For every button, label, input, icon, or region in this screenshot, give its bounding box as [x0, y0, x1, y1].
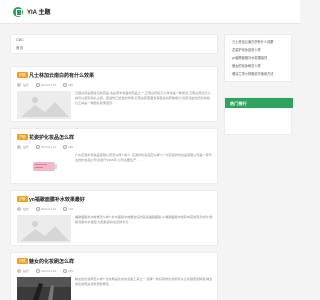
clock-icon — [35, 145, 40, 150]
author-name: 站长 — [23, 269, 30, 273]
article-meta: 站长 2024-01-15 256 — [17, 83, 79, 89]
clock-icon — [35, 83, 40, 88]
avatar-icon — [17, 83, 21, 88]
author-name: 站长 — [23, 207, 30, 211]
article-card[interactable]: 护肤 凡士林加云南白药有什么效果 站长 2024-01-15 256 云南白药是… — [10, 66, 218, 122]
recent-post-link[interactable]: 雅诗兰黛小棕瓶精华使用方法 — [229, 71, 273, 76]
post-date: 2024-01-13 — [40, 207, 57, 211]
article-meta: 站长 2024-01-13 172 — [17, 207, 79, 213]
breadcrumb: CBC 首页 — [10, 34, 218, 54]
avatar-icon — [17, 145, 21, 150]
breadcrumb-item[interactable]: 首页 — [16, 46, 23, 51]
recent-posts-widget: 凡士林加云南白药有什么效果 花姿护化妆品怎么样 yn福歌面膜补水效果最好 魅女的… — [224, 34, 292, 82]
clock-icon — [35, 269, 40, 274]
eye-icon — [63, 83, 68, 88]
post-date: 2024-01-14 — [40, 145, 57, 149]
article-excerpt: 云南白药是很常见的药品,也是家中常备的药品之一,云南白药和凡士林也是一种用法,云… — [75, 91, 211, 105]
article-thumbnail[interactable] — [17, 91, 71, 119]
image-placeholder-icon — [17, 91, 71, 119]
article-thumbnail[interactable] — [17, 215, 71, 243]
article-card[interactable]: 护肤 魅女的化妆刷怎么样 站长 2024-01-12 143 魅女的化妆刷怎么样… — [10, 252, 218, 300]
post-date: 2024-01-15 — [40, 83, 57, 87]
article-title[interactable]: 花姿护化妆品怎么样 — [29, 134, 74, 141]
makeup-brush-image — [17, 277, 71, 300]
recent-post-link[interactable]: 花姿护化妆品怎么样 — [229, 47, 261, 52]
hot-ranking-widget: 热门排行 — [224, 97, 293, 135]
view-count: 256 — [68, 83, 74, 87]
eye-icon — [63, 269, 68, 274]
site-logo-text[interactable]: YIA 主题 — [27, 7, 50, 16]
recent-post-link[interactable]: 凡士林加云南白药有什么效果 — [229, 39, 273, 44]
view-count: 143 — [68, 269, 74, 273]
image-placeholder-icon — [17, 215, 71, 243]
article-card[interactable]: 护肤 花姿护化妆品怎么样 站长 2024-01-14 189 广州花姿护化妆品有… — [10, 128, 218, 184]
category-badge[interactable]: 护肤 — [17, 258, 28, 264]
category-badge[interactable]: 护肤 — [17, 134, 28, 140]
article-thumbnail[interactable] — [17, 153, 71, 181]
avatar-icon — [17, 207, 21, 212]
article-excerpt: 魅女的化妆刷怎么样? 化妆刷是化妆的必备工具之一,选择一款好用的化妆刷可以让妆容… — [75, 277, 213, 286]
article-meta: 站长 2024-01-14 189 — [17, 145, 79, 151]
clock-icon — [35, 207, 40, 212]
view-count: 172 — [68, 207, 74, 211]
avatar-icon — [17, 269, 21, 274]
product-bottle-image — [17, 153, 71, 181]
hot-ranking-title: 热门排行 — [230, 101, 247, 106]
article-thumbnail[interactable] — [17, 277, 71, 300]
article-meta: 站长 2024-01-12 143 — [17, 269, 79, 275]
author-name: 站长 — [23, 145, 30, 149]
eye-icon — [63, 207, 68, 212]
logo-icon[interactable] — [13, 7, 23, 17]
recent-post-link[interactable]: yn福歌面膜补水效果最好 — [229, 55, 267, 60]
recent-post-link[interactable]: 魅女的化妆刷怎么样 — [229, 63, 261, 68]
article-card[interactable]: 护肤 yn福歌面膜补水效果最好 站长 2024-01-13 172 福歌面膜补水… — [10, 190, 218, 246]
category-badge[interactable]: 护肤 — [17, 196, 28, 202]
top-bar: YIA 主题 — [0, 0, 300, 24]
breadcrumb-item[interactable]: CBC — [16, 38, 24, 42]
category-badge[interactable]: 护肤 — [17, 72, 28, 78]
article-title[interactable]: 魅女的化妆刷怎么样 — [29, 258, 74, 265]
article-title[interactable]: yn福歌面膜补水效果最好 — [29, 196, 85, 203]
post-date: 2024-01-12 — [40, 269, 57, 273]
article-excerpt: 福歌面膜补水效果怎么样? 补水面膜中效果最好的就是福歌面膜,yn福歌面膜中含有丰… — [75, 215, 213, 224]
eye-icon — [63, 145, 68, 150]
article-title[interactable]: 凡士林加云南白药有什么效果 — [29, 72, 94, 79]
article-excerpt: 广州花姿护化妆品有限公司怎么样? 简介: 花姿护化妆品怎么样? 广州花姿护化妆品… — [75, 153, 212, 162]
hot-ranking-header: 热门排行 — [225, 98, 293, 108]
author-name: 站长 — [23, 83, 30, 87]
view-count: 189 — [68, 145, 74, 149]
